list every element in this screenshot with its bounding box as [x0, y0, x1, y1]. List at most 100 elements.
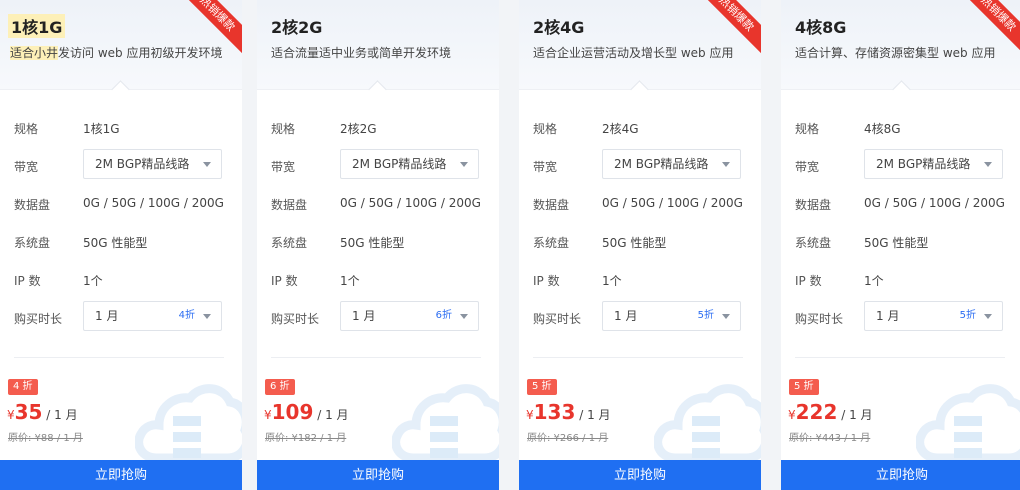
duration-discount: 4折	[178, 310, 195, 321]
disk-label: 数据盘	[795, 198, 832, 212]
duration-select[interactable]: 1 月 6折	[340, 301, 479, 331]
disk-label: 数据盘	[533, 198, 570, 212]
description-text: 适合计算、存储资源密集型 web 应用	[795, 46, 996, 60]
bandwidth-select[interactable]: 2M BGP精品线路	[340, 149, 479, 179]
bandwidth-selected-value: 2M BGP精品线路	[95, 157, 190, 171]
currency-symbol: ¥	[264, 408, 272, 422]
currency-symbol: ¥	[526, 408, 534, 422]
bandwidth-selected-value: 2M BGP精品线路	[614, 157, 709, 171]
price: ¥35 / 1 月	[7, 400, 78, 424]
disk-label: 数据盘	[271, 198, 308, 212]
card-header: 4核8G 适合计算、存储资源密集型 web 应用 热销爆款	[781, 0, 1020, 90]
divider	[14, 357, 224, 358]
chevron-down-icon	[984, 314, 992, 319]
price: ¥133 / 1 月	[526, 400, 611, 424]
original-price: 原价: ¥88 / 1 月	[8, 433, 83, 444]
chevron-down-icon	[460, 314, 468, 319]
plan-title: 4核8G	[795, 18, 847, 37]
spec-label: 规格	[533, 122, 558, 136]
plan-card: 2核2G 适合流量适中业务或简单开发环境 规格 2核2G 数据盘 0G / 50G / 1…	[257, 0, 499, 490]
bandwidth-selected-value: 2M BGP精品线路	[352, 157, 447, 171]
plan-title: 1核1G	[8, 14, 66, 38]
duration-selected-value: 1 月	[352, 309, 376, 323]
description-text: 适合企业运营活动及增长型 web 应用	[533, 46, 734, 60]
bandwidth-select[interactable]: 2M BGP精品线路	[83, 149, 222, 179]
currency-symbol: ¥	[788, 408, 796, 422]
sysdisk-value: 50G 性能型	[340, 236, 405, 250]
duration-select[interactable]: 1 月 5折	[864, 301, 1003, 331]
duration-label: 购买时长	[533, 312, 582, 326]
chevron-down-icon	[203, 162, 211, 167]
price-unit: / 1 月	[575, 408, 611, 422]
cloud-icon	[134, 378, 242, 466]
chevron-down-icon	[984, 162, 992, 167]
duration-select[interactable]: 1 月 5折	[602, 301, 741, 331]
chevron-down-icon	[722, 162, 730, 167]
disk-value: 0G / 50G / 100G / 200G	[864, 196, 1005, 210]
ip-label: IP 数	[533, 274, 560, 288]
bandwidth-label: 带宽	[14, 160, 39, 174]
cloud-icon	[653, 378, 761, 466]
sysdisk-label: 系统盘	[533, 236, 570, 250]
cloud-icon	[391, 378, 499, 466]
price-unit: / 1 月	[837, 408, 873, 422]
divider	[271, 357, 481, 358]
pricing-cards: 1核1G 适合小井发访问 web 应用初级开发环境 热销爆款 规格 1核1G 数据盘 0G …	[0, 0, 1020, 490]
duration-select[interactable]: 1 月 4折	[83, 301, 222, 331]
sysdisk-label: 系统盘	[795, 236, 832, 250]
bandwidth-selected-value: 2M BGP精品线路	[876, 157, 971, 171]
bandwidth-label: 带宽	[795, 160, 820, 174]
divider	[533, 357, 743, 358]
spec-value: 2核2G	[340, 122, 377, 136]
ip-value: 1个	[83, 274, 103, 288]
bandwidth-select[interactable]: 2M BGP精品线路	[864, 149, 1003, 179]
chevron-down-icon	[203, 314, 211, 319]
plan-title: 2核2G	[271, 18, 323, 37]
discount-badge: 5 折	[789, 379, 819, 395]
bandwidth-select[interactable]: 2M BGP精品线路	[602, 149, 741, 179]
price-value: 222	[795, 400, 838, 424]
buy-now-button[interactable]: 立即抢购	[519, 460, 761, 490]
disk-label: 数据盘	[14, 198, 51, 212]
price-value: 133	[533, 400, 576, 424]
sysdisk-value: 50G 性能型	[83, 236, 148, 250]
sysdisk-value: 50G 性能型	[602, 236, 667, 250]
card-header: 2核2G 适合流量适中业务或简单开发环境	[257, 0, 499, 90]
buy-now-button[interactable]: 立即抢购	[257, 460, 499, 490]
original-price: 原价: ¥266 / 1 月	[527, 433, 609, 444]
plan-description: 适合企业运营活动及增长型 web 应用	[533, 44, 758, 61]
description-highlight: 适合小井	[10, 46, 59, 60]
sysdisk-label: 系统盘	[271, 236, 308, 250]
plan-description: 适合流量适中业务或简单开发环境	[271, 44, 496, 61]
cloud-icon	[915, 378, 1020, 466]
original-price: 原价: ¥443 / 1 月	[789, 433, 871, 444]
plan-description: 适合小井发访问 web 应用初级开发环境	[10, 44, 235, 61]
spec-value: 2核4G	[602, 122, 639, 136]
ip-label: IP 数	[795, 274, 822, 288]
currency-symbol: ¥	[7, 408, 15, 422]
price-unit: / 1 月	[313, 408, 349, 422]
duration-label: 购买时长	[271, 312, 320, 326]
spec-label: 规格	[795, 122, 820, 136]
buy-now-button[interactable]: 立即抢购	[0, 460, 242, 490]
duration-discount: 5折	[697, 310, 714, 321]
duration-discount: 5折	[959, 310, 976, 321]
plan-card: 1核1G 适合小井发访问 web 应用初级开发环境 热销爆款 规格 1核1G 数据盘 0G …	[0, 0, 242, 490]
buy-now-button[interactable]: 立即抢购	[781, 460, 1020, 490]
divider	[795, 357, 1005, 358]
description-text: 发访问 web 应用初级开发环境	[58, 46, 223, 60]
ip-value: 1个	[340, 274, 360, 288]
duration-discount: 6折	[435, 310, 452, 321]
ip-label: IP 数	[14, 274, 41, 288]
card-header: 1核1G 适合小井发访问 web 应用初级开发环境 热销爆款	[0, 0, 242, 90]
plan-description: 适合计算、存储资源密集型 web 应用	[795, 44, 1020, 61]
spec-value: 1核1G	[83, 122, 120, 136]
discount-badge: 5 折	[527, 379, 557, 395]
original-price: 原价: ¥182 / 1 月	[265, 433, 347, 444]
description-text: 适合流量适中业务或简单开发环境	[271, 46, 452, 60]
card-header: 2核4G 适合企业运营活动及增长型 web 应用 热销爆款	[519, 0, 761, 90]
price: ¥222 / 1 月	[788, 400, 873, 424]
plan-title: 2核4G	[533, 18, 585, 37]
chevron-down-icon	[722, 314, 730, 319]
ip-value: 1个	[864, 274, 884, 288]
